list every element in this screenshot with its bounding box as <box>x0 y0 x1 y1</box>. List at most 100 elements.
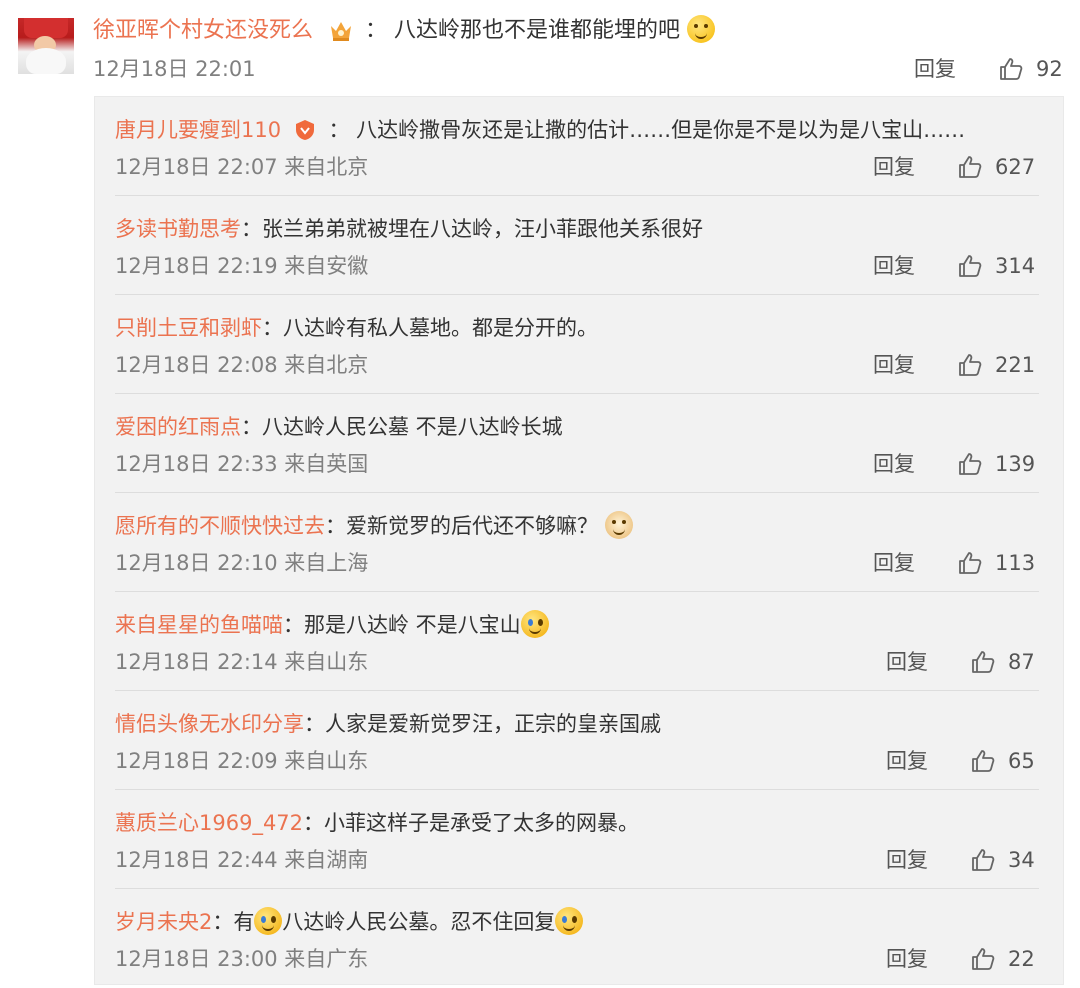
colon-separator: ： <box>241 217 262 241</box>
reply-item: 岁月未央2：有 八达岭人民公墓。忍不住回复 12月18日 23:00 来自广东 回… <box>95 889 1065 988</box>
reply-item: 爱困的红雨点：八达岭人民公墓 不是八达岭长城 12月18日 22:33 来自英国… <box>95 394 1065 493</box>
reply-timestamp: 12月18日 22:10 来自上海 <box>115 551 369 575</box>
reply-timestamp: 12月18日 22:33 来自英国 <box>115 452 369 476</box>
reply-username-link[interactable]: 只削土豆和剥虾 <box>115 316 262 340</box>
reply-text: 人家是爱新觉罗汪，正宗的皇亲国戚 <box>325 712 661 736</box>
like-button[interactable]: 221 <box>957 350 1035 380</box>
colon-separator: ： <box>304 712 325 736</box>
reply-item: 来自星星的鱼喵喵：那是八达岭 不是八宝山 12月18日 22:14 来自山东 回… <box>95 592 1065 691</box>
username-link[interactable]: 徐亚晖个村女还没死么 <box>93 18 313 43</box>
reply-button[interactable]: 回复 <box>873 449 915 479</box>
like-count: 34 <box>1008 848 1035 872</box>
reply-username-link[interactable]: 岁月未央2 <box>115 910 212 934</box>
replies-panel: 唐月儿要瘦到110 ： 八达岭撒骨灰还是让撒的估计……但是你是不是以为是八宝山…… <box>94 96 1064 985</box>
reply-item: 蕙质兰心1969_472：小菲这样子是承受了太多的网暴。 12月18日 22:4… <box>95 790 1065 889</box>
like-button[interactable]: 92 <box>998 54 1063 84</box>
avatar[interactable] <box>18 18 74 74</box>
comment-text: 八达岭那也不是谁都能埋的吧 <box>394 18 681 43</box>
thumbs-up-icon <box>972 849 995 871</box>
like-count: 314 <box>995 254 1036 278</box>
reply-username-link[interactable]: 爱困的红雨点 <box>115 415 241 439</box>
reply-username-link[interactable]: 来自星星的鱼喵喵 <box>115 613 283 637</box>
reply-timestamp: 12月18日 22:19 来自安徽 <box>115 254 369 278</box>
reply-timestamp: 12月18日 22:07 来自北京 <box>115 155 369 179</box>
like-button[interactable]: 22 <box>970 944 1035 974</box>
colon-separator: ： <box>328 118 350 142</box>
colon-separator: ： <box>262 316 283 340</box>
colon-separator: ： <box>212 910 234 934</box>
reply-timestamp: 12月18日 22:08 来自北京 <box>115 353 369 377</box>
reply-timestamp: 12月18日 22:44 来自湖南 <box>115 848 369 872</box>
reply-timestamp: 12月18日 23:00 来自广东 <box>115 947 369 971</box>
reply-text: 张兰弟弟就被埋在八达岭，汪小菲跟他关系很好 <box>262 217 703 241</box>
doge-emoji-icon <box>604 511 633 539</box>
colon-separator: ： <box>303 811 325 835</box>
reply-text: 八达岭撒骨灰还是让撒的估计……但是你是不是以为是八宝山…… <box>356 118 966 142</box>
thumbs-up-icon <box>959 255 982 277</box>
main-comment-line: 徐亚晖个村女还没死么 ： 八达岭那也不是谁都能埋的吧 <box>93 14 716 48</box>
like-count: 627 <box>995 155 1036 179</box>
reply-button[interactable]: 回复 <box>886 746 928 776</box>
laugh-cry-emoji-icon <box>254 907 283 935</box>
reply-username-link[interactable]: 唐月儿要瘦到110 <box>115 118 281 142</box>
like-button[interactable]: 627 <box>957 152 1035 182</box>
thumbs-up-icon <box>972 750 995 772</box>
like-button[interactable]: 314 <box>957 251 1035 281</box>
reply-item: 愿所有的不顺快快过去：爱新觉罗的后代还不够嘛？ 12月18日 22:10 来自上… <box>95 493 1065 592</box>
reply-text: 八达岭人民公墓。忍不住回复 <box>282 910 556 934</box>
reply-button[interactable]: 回复 <box>873 350 915 380</box>
reply-button[interactable]: 回复 <box>873 251 915 281</box>
comment-thread: 徐亚晖个村女还没死么 ： 八达岭那也不是谁都能埋的吧 12月18日 22:01 … <box>0 0 1080 985</box>
reply-button[interactable]: 回复 <box>886 845 928 875</box>
reply-button[interactable]: 回复 <box>914 54 956 84</box>
thumbs-up-icon <box>959 156 982 178</box>
colon-separator: ： <box>241 415 262 439</box>
reply-button[interactable]: 回复 <box>886 944 928 974</box>
reply-username-link[interactable]: 情侣头像无水印分享 <box>115 712 304 736</box>
like-count: 87 <box>1008 650 1035 674</box>
reply-item: 唐月儿要瘦到110 ： 八达岭撒骨灰还是让撒的估计……但是你是不是以为是八宝山…… <box>95 97 1065 196</box>
reply-text: 八达岭人民公墓 不是八达岭长城 <box>262 415 563 439</box>
reply-button[interactable]: 回复 <box>886 647 928 677</box>
like-count: 221 <box>995 353 1036 377</box>
reply-text: 那是八达岭 不是八宝山 <box>304 613 521 637</box>
colon-separator: ： <box>325 514 346 538</box>
comment-timestamp: 12月18日 22:01 <box>93 57 256 81</box>
like-button[interactable]: 139 <box>957 449 1035 479</box>
reply-text: 爱新觉罗的后代还不够嘛？ <box>346 514 598 538</box>
thumbs-up-icon <box>959 453 982 475</box>
reply-username-link[interactable]: 多读书勤思考 <box>115 217 241 241</box>
like-count: 113 <box>995 551 1036 575</box>
reply-username-link[interactable]: 蕙质兰心1969_472 <box>115 811 303 835</box>
like-button[interactable]: 65 <box>970 746 1035 776</box>
reply-timestamp: 12月18日 22:09 来自山东 <box>115 749 369 773</box>
laugh-cry-emoji-icon <box>520 610 549 638</box>
reply-username-link[interactable]: 愿所有的不顺快快过去 <box>115 514 325 538</box>
thumbs-up-icon <box>972 651 995 673</box>
laugh-cry-emoji-icon <box>555 907 584 935</box>
vip-badge-icon <box>295 120 314 140</box>
reply-button[interactable]: 回复 <box>873 548 915 578</box>
like-button[interactable]: 87 <box>970 647 1035 677</box>
like-button[interactable]: 113 <box>957 548 1035 578</box>
like-button[interactable]: 34 <box>970 845 1035 875</box>
thumbs-up-icon <box>959 354 982 376</box>
like-count: 65 <box>1008 749 1035 773</box>
reply-item: 多读书勤思考：张兰弟弟就被埋在八达岭，汪小菲跟他关系很好 12月18日 22:1… <box>95 196 1065 295</box>
reply-text: 小菲这样子是承受了太多的网暴。 <box>324 811 640 835</box>
like-count: 139 <box>995 452 1036 476</box>
thumbs-up-icon <box>972 948 995 970</box>
reply-text-prefix: 有 <box>233 910 255 934</box>
thumbs-up-icon <box>959 552 982 574</box>
reply-button[interactable]: 回复 <box>873 152 915 182</box>
thumbs-up-icon <box>1000 58 1023 80</box>
colon-separator: ： <box>365 18 388 43</box>
reply-timestamp: 12月18日 22:14 来自山东 <box>115 650 369 674</box>
colon-separator: ： <box>283 613 304 637</box>
reply-text: 八达岭有私人墓地。都是分开的。 <box>283 316 598 340</box>
reply-item: 只削土豆和剥虾：八达岭有私人墓地。都是分开的。 12月18日 22:08 来自北… <box>95 295 1065 394</box>
crown-badge-icon <box>331 22 352 41</box>
like-count: 22 <box>1008 947 1035 971</box>
smirk-emoji-icon <box>687 15 716 43</box>
like-count: 92 <box>1036 57 1063 81</box>
